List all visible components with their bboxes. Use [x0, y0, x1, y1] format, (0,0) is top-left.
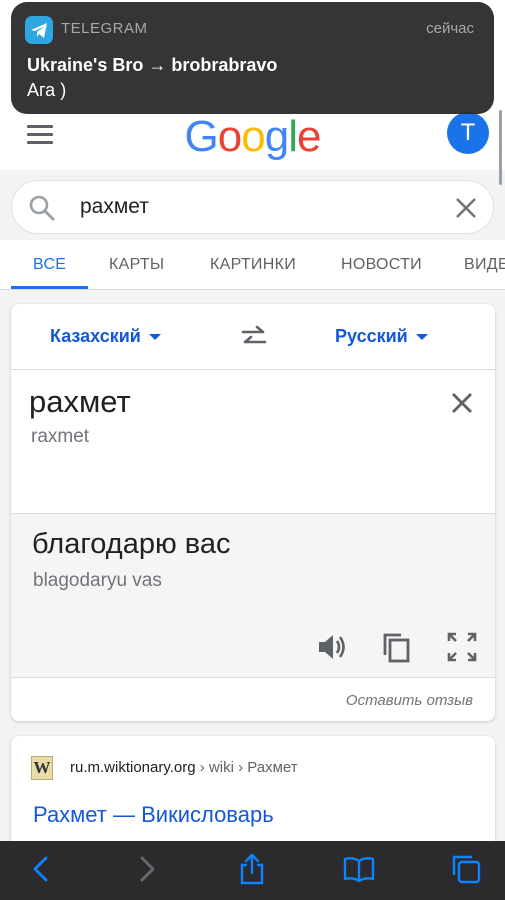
fullscreen-icon[interactable] — [445, 630, 479, 664]
notification-time: сейчас — [426, 20, 474, 37]
feedback-link[interactable]: Оставить отзыв — [346, 692, 473, 709]
search-input[interactable]: рахмет — [80, 195, 149, 219]
logo-letter: o — [241, 112, 266, 161]
google-logo[interactable]: Google — [0, 112, 505, 162]
search-box[interactable]: рахмет — [11, 180, 494, 234]
notification-app-name: TELEGRAM — [61, 20, 148, 37]
bookmarks-icon[interactable] — [343, 853, 375, 885]
logo-letter: e — [296, 112, 322, 161]
scrollbar[interactable] — [499, 110, 502, 185]
search-tabs: ВСЕ КАРТЫ КАРТИНКИ НОВОСТИ ВИДЕО — [0, 240, 505, 290]
logo-letter: l — [288, 112, 298, 161]
forward-icon[interactable] — [130, 853, 162, 885]
target-language-label: Русский — [335, 326, 408, 346]
notification-title: Ukraine's Bro → brobrabravo — [27, 55, 278, 75]
source-text-area[interactable]: рахмет raxmet — [11, 370, 495, 513]
logo-letter: o — [217, 112, 243, 161]
notification-body: Ага ) — [27, 80, 67, 100]
translation-text: благодарю вас — [32, 528, 231, 560]
translate-card: Казахский Русский рахмет raxmet благодар… — [11, 304, 495, 721]
tab-news[interactable]: НОВОСТИ — [341, 256, 422, 274]
tab-all[interactable]: ВСЕ — [33, 256, 66, 274]
source-text[interactable]: рахмет — [29, 384, 131, 420]
result-url[interactable]: ru.m.wiktionary.org › wiki › Рахмет — [70, 759, 298, 776]
swap-languages-icon[interactable] — [239, 324, 269, 350]
back-icon[interactable] — [26, 853, 58, 885]
close-icon[interactable] — [449, 390, 475, 416]
speaker-icon[interactable] — [315, 630, 349, 664]
avatar[interactable]: T — [447, 112, 489, 154]
target-language-select[interactable]: Русский — [335, 326, 428, 347]
source-language-label: Казахский — [50, 326, 141, 346]
active-tab-indicator — [11, 286, 88, 289]
result-path: › wiki › Рахмет — [195, 759, 298, 776]
close-icon[interactable] — [453, 195, 479, 221]
language-selector-row: Казахский Русский — [11, 304, 495, 370]
copy-icon[interactable] — [380, 630, 414, 664]
tab-video[interactable]: ВИДЕО — [464, 256, 505, 274]
result-domain: ru.m.wiktionary.org — [70, 759, 196, 776]
chevron-down-icon — [148, 334, 161, 341]
tabs-icon[interactable] — [450, 853, 482, 885]
wiktionary-logo-icon: W — [31, 756, 53, 780]
telegram-icon — [25, 16, 53, 44]
tab-maps[interactable]: КАРТЫ — [109, 256, 164, 274]
tab-images[interactable]: КАРТИНКИ — [210, 256, 296, 274]
translation-area: благодарю вас blagodaryu vas — [11, 513, 495, 678]
translation-transliteration: blagodaryu vas — [33, 570, 162, 591]
source-language-select[interactable]: Казахский — [50, 326, 161, 347]
logo-letter: G — [184, 112, 219, 161]
source-transliteration: raxmet — [31, 426, 90, 447]
logo-letter: g — [264, 112, 290, 161]
telegram-notification[interactable]: TELEGRAM сейчас Ukraine's Bro → brobrabr… — [11, 2, 494, 114]
result-title-link[interactable]: Рахмет — Викисловарь — [33, 802, 274, 828]
search-icon[interactable] — [28, 194, 56, 222]
chevron-down-icon — [415, 334, 428, 341]
share-icon[interactable] — [236, 853, 268, 885]
browser-toolbar — [0, 841, 505, 900]
